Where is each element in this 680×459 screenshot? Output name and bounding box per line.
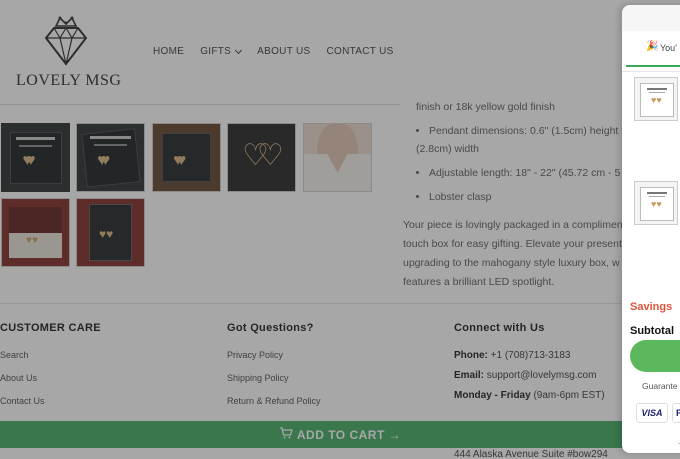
payment-card-icon: P: [672, 403, 680, 423]
rewards-banner-text: You': [660, 43, 677, 53]
item-card-line: [649, 92, 665, 93]
rewards-progress-bar: [626, 65, 680, 67]
item-card: ♥♥: [640, 187, 674, 221]
cart-item-image[interactable]: ♥♥: [634, 77, 678, 121]
hearts-icon: ♥♥: [651, 199, 662, 209]
visa-icon: VISA: [636, 403, 668, 423]
banner-divider: [622, 71, 680, 72]
savings-label: Savings: [630, 301, 673, 313]
cart-drawer: 🎉 You' ♥♥ ♥♥ Savings Subtotal Guarante V…: [622, 5, 680, 453]
checkout-button[interactable]: [630, 340, 680, 372]
item-card: ♥♥: [640, 83, 674, 117]
page-overlay[interactable]: [0, 0, 680, 459]
item-card-line: [647, 88, 667, 90]
hearts-icon: ♥♥: [651, 95, 662, 105]
subtotal-label: Subtotal: [630, 325, 674, 337]
guarantee-label: Guarante: [642, 381, 678, 391]
item-card-line: [647, 192, 667, 194]
item-card-line: [649, 196, 665, 197]
party-icon: 🎉: [646, 41, 659, 52]
drawer-header: [622, 5, 680, 31]
cart-item-image[interactable]: ♥♥: [634, 181, 678, 225]
